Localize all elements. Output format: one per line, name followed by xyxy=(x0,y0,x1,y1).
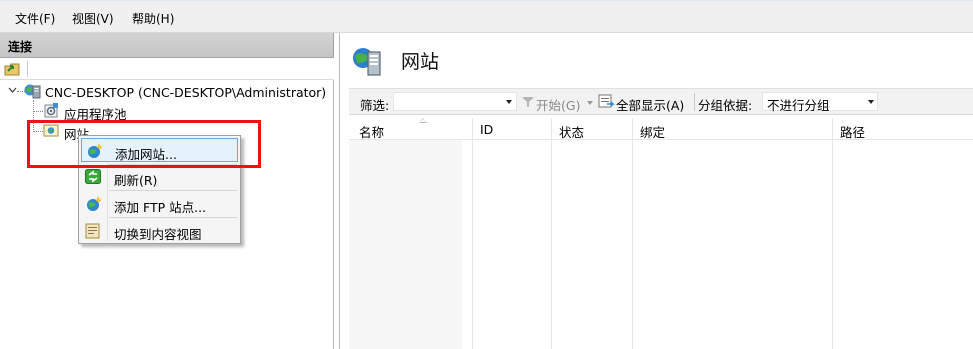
column-header-path[interactable]: 路径 xyxy=(840,122,865,141)
toolbar-separator xyxy=(27,61,28,77)
ftp-add-icon xyxy=(87,196,102,211)
filter-dropdown-icon[interactable] xyxy=(506,100,512,104)
highlight-box xyxy=(27,120,261,168)
group-by-label: 分组依据: xyxy=(698,98,753,113)
sites-page-icon xyxy=(353,48,381,76)
app-pool-icon xyxy=(44,103,58,118)
connect-icon[interactable] xyxy=(4,61,21,77)
name-column-fill xyxy=(349,140,462,349)
ctx-item-refresh[interactable]: 刷新(R) xyxy=(81,165,238,189)
group-dropdown-icon[interactable] xyxy=(868,100,874,104)
server-icon xyxy=(24,84,41,99)
ctx-label-refresh: 刷新(R) xyxy=(114,173,158,188)
tree-node-app-pools[interactable]: 应用程序池 xyxy=(43,102,163,122)
sites-table-header: 名称 ID 状态 绑定 路径 xyxy=(349,118,973,140)
column-header-binding[interactable]: 绑定 xyxy=(640,122,665,141)
menubar: 文件(F) 视图(V) 帮助(H) xyxy=(0,0,973,33)
show-all-icon xyxy=(598,94,615,108)
ctx-item-add-ftp[interactable]: 添加 FTP 站点... xyxy=(81,192,238,216)
menu-view[interactable]: 视图(V) xyxy=(72,10,114,27)
tree-node-server[interactable]: CNC-DESKTOP (CNC-DESKTOP\Administrator) xyxy=(24,83,327,101)
start-dropdown-icon[interactable] xyxy=(587,101,593,105)
chevron-down-icon[interactable] xyxy=(8,87,17,94)
filter-input[interactable] xyxy=(393,92,517,111)
column-header-status[interactable]: 状态 xyxy=(559,122,584,141)
column-header-id[interactable]: ID xyxy=(480,122,493,137)
tree-label-server: CNC-DESKTOP (CNC-DESKTOP\Administrator) xyxy=(45,85,327,100)
group-by-value: 不进行分组 xyxy=(767,98,830,113)
ctx-item-content-view[interactable]: 切换到内容视图 xyxy=(81,219,238,243)
ctx-label-content-view: 切换到内容视图 xyxy=(114,227,202,242)
funnel-icon xyxy=(522,97,534,107)
show-all-button[interactable]: 全部显示(A) xyxy=(616,95,684,114)
content-view-icon xyxy=(85,223,100,239)
start-filter-button[interactable]: 开始(G) xyxy=(536,95,580,114)
menu-help[interactable]: 帮助(H) xyxy=(132,10,174,27)
menu-file[interactable]: 文件(F) xyxy=(15,10,55,27)
filter-bar: 筛选: 开始(G) 全部显示(A) 分组依据: 不进行分组 xyxy=(349,88,973,115)
sites-pane: 网站 筛选: 开始(G) 全部显示(A) 分组依据: 不进行分组 名称 ID 状 xyxy=(339,33,973,349)
page-title: 网站 xyxy=(401,51,440,73)
sort-ascending-icon xyxy=(419,118,427,123)
connections-header: 连接 xyxy=(0,33,334,58)
connections-toolbar xyxy=(0,58,334,80)
column-header-name[interactable]: 名称 xyxy=(359,122,384,141)
connections-title: 连接 xyxy=(8,40,33,54)
group-by-select[interactable]: 不进行分组 xyxy=(762,92,878,113)
filter-label: 筛选: xyxy=(360,98,390,113)
refresh-icon xyxy=(85,169,101,184)
ctx-label-add-ftp: 添加 FTP 站点... xyxy=(114,200,207,215)
